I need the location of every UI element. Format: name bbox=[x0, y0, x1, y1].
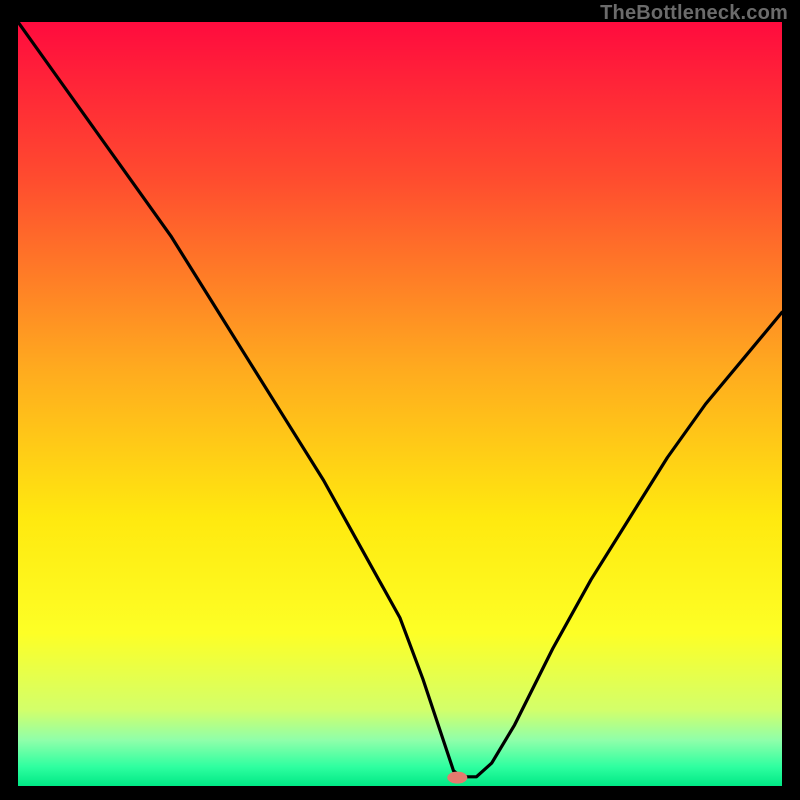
plot-background bbox=[18, 22, 782, 786]
chart-stage: TheBottleneck.com bbox=[0, 0, 800, 800]
bottleneck-chart bbox=[18, 22, 782, 786]
minimum-marker bbox=[447, 772, 467, 784]
